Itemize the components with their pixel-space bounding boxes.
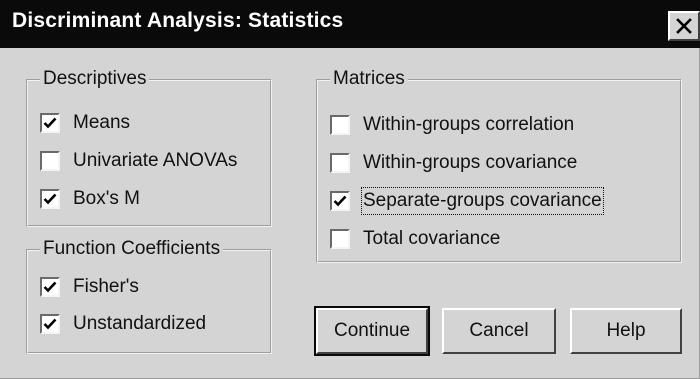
fishers-checkbox[interactable] bbox=[40, 277, 60, 297]
within-groups-correlation-option[interactable]: Within-groups correlation bbox=[330, 113, 574, 137]
function-coefficients-group: Function Coefficients Fisher's Unstandar… bbox=[26, 237, 272, 354]
unstandardized-label: Unstandardized bbox=[73, 313, 207, 334]
close-button[interactable] bbox=[668, 11, 700, 41]
checkmark-icon bbox=[43, 117, 57, 129]
close-x-icon bbox=[676, 18, 692, 34]
help-button[interactable]: Help bbox=[570, 308, 682, 354]
boxs-m-label: Box's M bbox=[73, 188, 140, 209]
continue-button[interactable]: Continue bbox=[314, 306, 430, 356]
statistics-dialog: Discriminant Analysis: Statistics Descri… bbox=[0, 0, 700, 379]
within-groups-covariance-checkbox[interactable] bbox=[330, 153, 350, 173]
unstandardized-checkbox[interactable] bbox=[40, 314, 60, 334]
checkmark-icon bbox=[43, 318, 57, 330]
checkmark-icon bbox=[43, 281, 57, 293]
within-groups-correlation-label: Within-groups correlation bbox=[363, 114, 575, 135]
fishers-option[interactable]: Fisher's bbox=[40, 275, 139, 299]
separate-groups-covariance-label: Separate-groups covariance bbox=[361, 187, 604, 215]
separate-groups-covariance-checkbox[interactable] bbox=[330, 191, 350, 211]
univariate-anovas-label: Univariate ANOVAs bbox=[73, 150, 238, 171]
checkmark-icon bbox=[333, 195, 347, 207]
function-coefficients-group-title: Function Coefficients bbox=[40, 237, 224, 261]
unstandardized-option[interactable]: Unstandardized bbox=[40, 312, 206, 336]
within-groups-covariance-option[interactable]: Within-groups covariance bbox=[330, 151, 577, 175]
matrices-group-title: Matrices bbox=[330, 67, 408, 91]
total-covariance-option[interactable]: Total covariance bbox=[330, 227, 500, 251]
window-title: Discriminant Analysis: Statistics bbox=[12, 9, 344, 32]
univariate-anovas-checkbox[interactable] bbox=[40, 151, 60, 171]
total-covariance-checkbox[interactable] bbox=[330, 229, 350, 249]
descriptives-group-title: Descriptives bbox=[40, 67, 150, 91]
descriptives-group: Descriptives Means Univariate ANOVAs Box… bbox=[26, 67, 272, 227]
total-covariance-label: Total covariance bbox=[363, 228, 501, 249]
boxs-m-option[interactable]: Box's M bbox=[40, 187, 140, 211]
within-groups-covariance-label: Within-groups covariance bbox=[363, 152, 578, 173]
matrices-group: Matrices Within-groups correlation Withi… bbox=[316, 67, 682, 263]
boxs-m-checkbox[interactable] bbox=[40, 189, 60, 209]
cancel-button[interactable]: Cancel bbox=[442, 308, 556, 354]
within-groups-correlation-checkbox[interactable] bbox=[330, 115, 350, 135]
univariate-anovas-option[interactable]: Univariate ANOVAs bbox=[40, 149, 237, 173]
means-checkbox[interactable] bbox=[40, 113, 60, 133]
checkmark-icon bbox=[43, 193, 57, 205]
fishers-label: Fisher's bbox=[73, 276, 139, 297]
means-option[interactable]: Means bbox=[40, 111, 130, 135]
separate-groups-covariance-option[interactable]: Separate-groups covariance bbox=[330, 187, 604, 215]
title-bar[interactable]: Discriminant Analysis: Statistics bbox=[0, 0, 700, 48]
means-label: Means bbox=[73, 112, 131, 133]
